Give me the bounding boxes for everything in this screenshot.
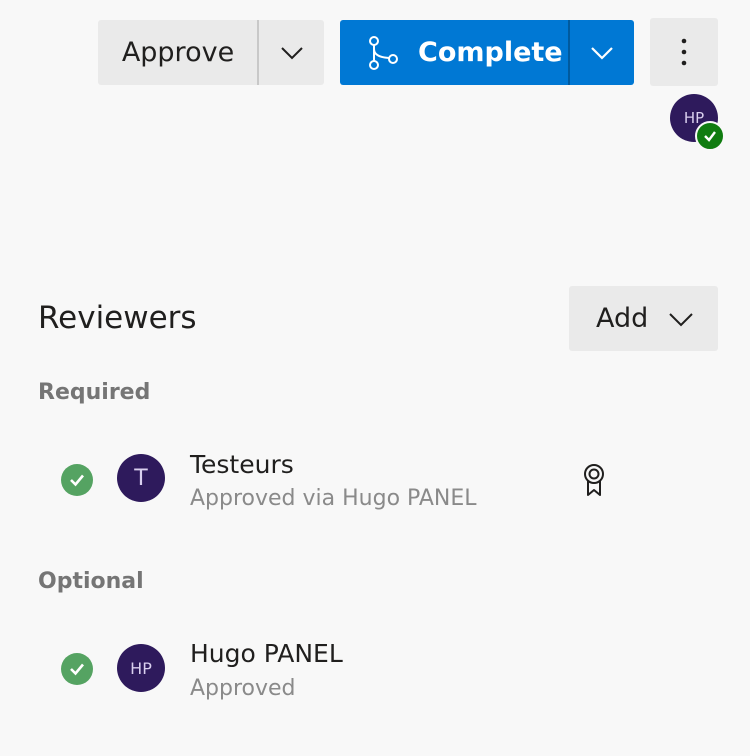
reviewer-row[interactable]: HP Hugo PANEL Approved (0, 630, 750, 710)
reviewer-name: Testeurs (190, 450, 294, 479)
award-ribbon-icon (584, 464, 604, 496)
chevron-down-icon (669, 313, 693, 327)
approve-button-label: Approve (121, 37, 235, 68)
complete-button[interactable]: Complete (340, 20, 569, 85)
complete-split-button: Complete (340, 20, 634, 85)
reviewer-status: Approved via Hugo PANEL (190, 486, 477, 511)
check-circle-icon (61, 653, 93, 685)
check-icon (70, 663, 84, 676)
approved-badge-icon (695, 121, 725, 151)
reviewer-status: Approved (190, 676, 296, 701)
complete-dropdown-button[interactable] (570, 20, 634, 85)
approve-dropdown-button[interactable] (259, 20, 324, 85)
avatar-initials: T (134, 465, 148, 491)
chevron-down-icon (280, 46, 303, 59)
reviewer-row[interactable]: T Testeurs Approved via Hugo PANEL (0, 440, 750, 520)
approve-button[interactable]: Approve (98, 20, 258, 85)
section-label-optional: Optional (38, 569, 144, 594)
avatar-initials: HP (130, 658, 152, 678)
check-icon (704, 131, 716, 142)
reviewer-name: Hugo PANEL (190, 639, 343, 668)
branch-merge-icon (369, 36, 398, 70)
chevron-down-icon (591, 46, 613, 60)
section-label-required: Required (38, 380, 151, 405)
avatar: HP (117, 644, 165, 692)
add-reviewer-button[interactable]: Add (569, 286, 718, 351)
check-circle-icon (61, 464, 93, 496)
check-icon (70, 474, 84, 487)
reviewers-title: Reviewers (38, 300, 197, 336)
more-vertical-icon (681, 38, 687, 66)
approve-split-button: Approve (98, 20, 324, 85)
add-button-label: Add (596, 303, 649, 334)
more-options-button[interactable] (650, 18, 718, 86)
avatar: T (117, 454, 165, 502)
complete-button-label: Complete (418, 37, 563, 68)
